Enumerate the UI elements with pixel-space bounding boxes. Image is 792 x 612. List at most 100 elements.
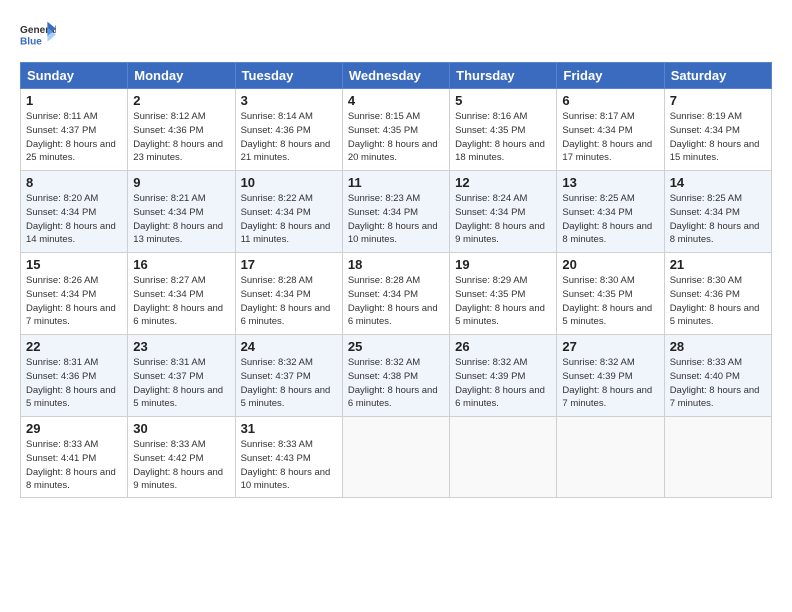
day-number: 22 — [26, 339, 122, 354]
calendar-cell: 20Sunrise: 8:30 AMSunset: 4:35 PMDayligh… — [557, 253, 664, 335]
calendar-cell: 11 Sunrise: 8:23 AMSunset: 4:34 PMDayligh… — [342, 171, 449, 253]
calendar-header-row: SundayMondayTuesdayWednesdayThursdayFrid… — [21, 63, 772, 89]
col-header-thursday: Thursday — [450, 63, 557, 89]
day-number: 15 — [26, 257, 122, 272]
calendar-cell: 15 Sunrise: 8:26 AMSunset: 4:34 PMDayligh… — [21, 253, 128, 335]
calendar-cell: 22 Sunrise: 8:31 AMSunset: 4:36 PMDayligh… — [21, 335, 128, 417]
calendar-cell: 6 Sunrise: 8:17 AMSunset: 4:34 PMDaylight… — [557, 89, 664, 171]
day-info: Sunrise: 8:21 AMSunset: 4:34 PMDaylight:… — [133, 192, 229, 247]
day-info: Sunrise: 8:20 AMSunset: 4:34 PMDaylight:… — [26, 192, 122, 247]
calendar-cell — [664, 417, 771, 498]
page: GeneralBlue SundayMondayTuesdayWednesday… — [0, 0, 792, 612]
calendar-cell: 1Sunrise: 8:11 AMSunset: 4:37 PMDaylight… — [21, 89, 128, 171]
day-number: 8 — [26, 175, 122, 190]
calendar-cell: 5 Sunrise: 8:16 AMSunset: 4:35 PMDaylight… — [450, 89, 557, 171]
day-number: 27 — [562, 339, 658, 354]
day-info: Sunrise: 8:32 AMSunset: 4:37 PMDaylight:… — [241, 356, 337, 411]
day-number: 28 — [670, 339, 766, 354]
logo: GeneralBlue — [20, 18, 60, 54]
logo-icon: GeneralBlue — [20, 18, 56, 54]
calendar-cell: 10Sunrise: 8:22 AMSunset: 4:34 PMDayligh… — [235, 171, 342, 253]
day-info: Sunrise: 8:23 AMSunset: 4:34 PMDaylight:… — [348, 192, 444, 247]
day-number: 19 — [455, 257, 551, 272]
calendar-cell: 13Sunrise: 8:25 AMSunset: 4:34 PMDayligh… — [557, 171, 664, 253]
day-info: Sunrise: 8:28 AMSunset: 4:34 PMDaylight:… — [348, 274, 444, 329]
col-header-friday: Friday — [557, 63, 664, 89]
calendar-cell: 14 Sunrise: 8:25 AMSunset: 4:34 PMDayligh… — [664, 171, 771, 253]
day-info: Sunrise: 8:12 AMSunset: 4:36 PMDaylight:… — [133, 110, 229, 165]
day-info: Sunrise: 8:31 AMSunset: 4:36 PMDaylight:… — [26, 356, 122, 411]
day-number: 24 — [241, 339, 337, 354]
day-number: 6 — [562, 93, 658, 108]
day-info: Sunrise: 8:15 AMSunset: 4:35 PMDaylight:… — [348, 110, 444, 165]
day-number: 10 — [241, 175, 337, 190]
day-info: Sunrise: 8:25 AMSunset: 4:34 PMDaylight:… — [670, 192, 766, 247]
calendar-cell: 30Sunrise: 8:33 AMSunset: 4:42 PMDayligh… — [128, 417, 235, 498]
col-header-wednesday: Wednesday — [342, 63, 449, 89]
day-number: 30 — [133, 421, 229, 436]
day-number: 18 — [348, 257, 444, 272]
calendar-cell: 18 Sunrise: 8:28 AMSunset: 4:34 PMDayligh… — [342, 253, 449, 335]
day-info: Sunrise: 8:17 AMSunset: 4:34 PMDaylight:… — [562, 110, 658, 165]
calendar-week-row: 8 Sunrise: 8:20 AMSunset: 4:34 PMDaylight… — [21, 171, 772, 253]
calendar-cell: 16Sunrise: 8:27 AMSunset: 4:34 PMDayligh… — [128, 253, 235, 335]
day-number: 20 — [562, 257, 658, 272]
day-info: Sunrise: 8:33 AMSunset: 4:40 PMDaylight:… — [670, 356, 766, 411]
day-number: 11 — [348, 175, 444, 190]
svg-text:Blue: Blue — [20, 37, 42, 48]
calendar-cell: 23 Sunrise: 8:31 AMSunset: 4:37 PMDayligh… — [128, 335, 235, 417]
calendar-week-row: 15 Sunrise: 8:26 AMSunset: 4:34 PMDayligh… — [21, 253, 772, 335]
day-info: Sunrise: 8:14 AMSunset: 4:36 PMDaylight:… — [241, 110, 337, 165]
day-number: 31 — [241, 421, 337, 436]
day-number: 4 — [348, 93, 444, 108]
calendar-cell: 4 Sunrise: 8:15 AMSunset: 4:35 PMDaylight… — [342, 89, 449, 171]
calendar-cell: 19 Sunrise: 8:29 AMSunset: 4:35 PMDayligh… — [450, 253, 557, 335]
day-info: Sunrise: 8:30 AMSunset: 4:36 PMDaylight:… — [670, 274, 766, 329]
calendar-week-row: 22 Sunrise: 8:31 AMSunset: 4:36 PMDayligh… — [21, 335, 772, 417]
day-info: Sunrise: 8:29 AMSunset: 4:35 PMDaylight:… — [455, 274, 551, 329]
col-header-saturday: Saturday — [664, 63, 771, 89]
header: GeneralBlue — [20, 18, 772, 54]
day-number: 5 — [455, 93, 551, 108]
calendar-cell: 26 Sunrise: 8:32 AMSunset: 4:39 PMDayligh… — [450, 335, 557, 417]
day-number: 12 — [455, 175, 551, 190]
calendar-cell: 8 Sunrise: 8:20 AMSunset: 4:34 PMDaylight… — [21, 171, 128, 253]
day-number: 13 — [562, 175, 658, 190]
day-number: 17 — [241, 257, 337, 272]
day-number: 21 — [670, 257, 766, 272]
col-header-sunday: Sunday — [21, 63, 128, 89]
day-info: Sunrise: 8:26 AMSunset: 4:34 PMDaylight:… — [26, 274, 122, 329]
day-number: 9 — [133, 175, 229, 190]
calendar-week-row: 1Sunrise: 8:11 AMSunset: 4:37 PMDaylight… — [21, 89, 772, 171]
day-number: 26 — [455, 339, 551, 354]
day-number: 23 — [133, 339, 229, 354]
day-info: Sunrise: 8:32 AMSunset: 4:39 PMDaylight:… — [562, 356, 658, 411]
day-number: 1 — [26, 93, 122, 108]
day-info: Sunrise: 8:31 AMSunset: 4:37 PMDaylight:… — [133, 356, 229, 411]
calendar-cell: 17Sunrise: 8:28 AMSunset: 4:34 PMDayligh… — [235, 253, 342, 335]
col-header-monday: Monday — [128, 63, 235, 89]
calendar-cell: 29Sunrise: 8:33 AMSunset: 4:41 PMDayligh… — [21, 417, 128, 498]
day-info: Sunrise: 8:32 AMSunset: 4:38 PMDaylight:… — [348, 356, 444, 411]
day-number: 25 — [348, 339, 444, 354]
calendar-cell: 27 Sunrise: 8:32 AMSunset: 4:39 PMDayligh… — [557, 335, 664, 417]
day-number: 29 — [26, 421, 122, 436]
day-number: 3 — [241, 93, 337, 108]
day-info: Sunrise: 8:16 AMSunset: 4:35 PMDaylight:… — [455, 110, 551, 165]
col-header-tuesday: Tuesday — [235, 63, 342, 89]
calendar-cell: 7 Sunrise: 8:19 AMSunset: 4:34 PMDaylight… — [664, 89, 771, 171]
calendar-cell: 9 Sunrise: 8:21 AMSunset: 4:34 PMDaylight… — [128, 171, 235, 253]
calendar-cell: 21 Sunrise: 8:30 AMSunset: 4:36 PMDayligh… — [664, 253, 771, 335]
day-info: Sunrise: 8:33 AMSunset: 4:43 PMDaylight:… — [241, 438, 337, 493]
calendar-cell — [450, 417, 557, 498]
day-number: 14 — [670, 175, 766, 190]
day-info: Sunrise: 8:32 AMSunset: 4:39 PMDaylight:… — [455, 356, 551, 411]
calendar-cell: 12Sunrise: 8:24 AMSunset: 4:34 PMDayligh… — [450, 171, 557, 253]
calendar-week-row: 29Sunrise: 8:33 AMSunset: 4:41 PMDayligh… — [21, 417, 772, 498]
day-info: Sunrise: 8:19 AMSunset: 4:34 PMDaylight:… — [670, 110, 766, 165]
calendar-cell: 2 Sunrise: 8:12 AMSunset: 4:36 PMDaylight… — [128, 89, 235, 171]
calendar-cell: 25 Sunrise: 8:32 AMSunset: 4:38 PMDayligh… — [342, 335, 449, 417]
day-number: 7 — [670, 93, 766, 108]
calendar-cell — [557, 417, 664, 498]
day-number: 2 — [133, 93, 229, 108]
